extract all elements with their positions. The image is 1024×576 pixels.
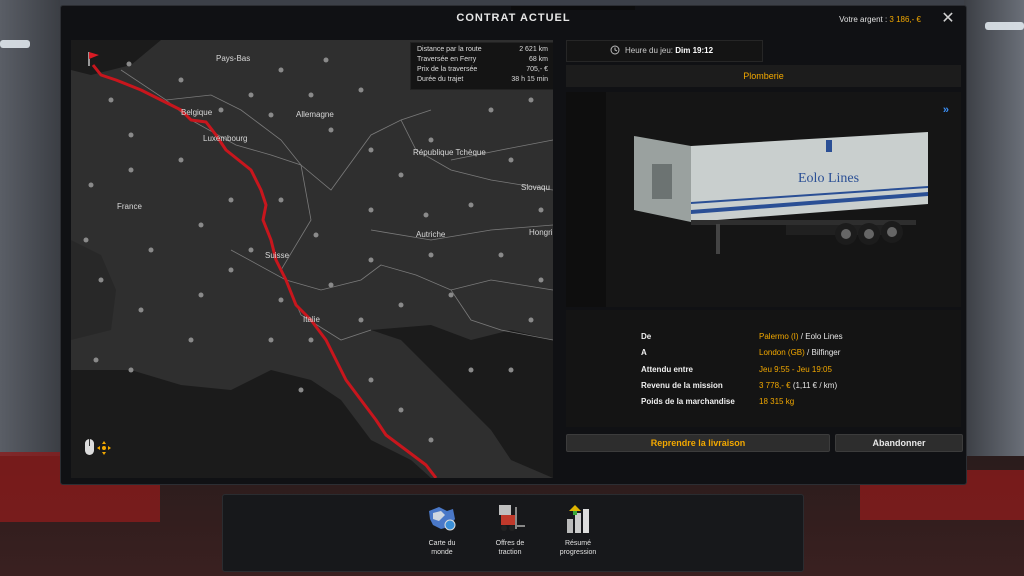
fast-forward-icon[interactable]: » [943, 104, 949, 116]
resume-delivery-button[interactable]: Reprendre la livraison [566, 434, 830, 452]
map-label-suisse: Suisse [265, 251, 290, 260]
money-display: Votre argent : 3 186,- € [839, 15, 921, 24]
progress-summary-icon [567, 505, 589, 533]
info-row-revenue: Revenu de la mission 3 778,- € (1,11 € /… [641, 381, 838, 390]
info-row-weight: Poids de la marchandise 18 315 kg [641, 397, 795, 406]
route-info-row: Traversée en Ferry 68 km [417, 56, 548, 63]
contract-info: De Palermo (I) / Eolo Lines A London (GB… [566, 310, 961, 427]
contract-window: CONTRAT ACTUEL Votre argent : 3 186,- € … [60, 5, 967, 485]
trailer-image: Eolo Lines [566, 92, 928, 307]
map-label-belgique: Belgique [181, 108, 213, 117]
cargo-name: Plomberie [566, 65, 961, 87]
game-time-value: Dim 19:12 [675, 46, 714, 55]
trailer-brand: Eolo Lines [798, 171, 859, 186]
route-map[interactable]: Pays-Bas Belgique Allemagne Luxembourg R… [71, 40, 553, 478]
info-row-from: De Palermo (I) / Eolo Lines [641, 332, 843, 341]
money-value: 3 186,- € [889, 15, 921, 24]
map-label-france: France [117, 202, 142, 211]
map-canvas [71, 40, 553, 478]
trailer-preview: » Eolo Lines [566, 92, 961, 307]
ceiling-light [0, 40, 30, 48]
map-label-republique-tcheque: République Tchèque [413, 148, 486, 157]
map-label-hongrie: Hongrie [529, 228, 553, 237]
window-title: CONTRAT ACTUEL [456, 12, 571, 24]
money-label: Votre argent : [839, 15, 888, 24]
clock-icon [610, 45, 620, 55]
game-time-label: Heure du jeu: [625, 46, 674, 55]
ceiling-light [985, 22, 1024, 30]
route-info-row: Durée du trajet 38 h 15 min [417, 76, 548, 83]
game-time: Heure du jeu: Dim 19:12 [625, 46, 713, 55]
dock-freight-offers[interactable]: Offres de traction [483, 501, 537, 557]
info-row-expected: Attendu entre Jeu 9:55 - Jeu 19:05 [641, 365, 832, 374]
abandon-button[interactable]: Abandonner [835, 434, 963, 452]
close-icon: ✕ [941, 10, 955, 27]
map-label-luxembourg: Luxembourg [203, 134, 248, 143]
route-info-row: Distance par la route 2 621 km [417, 46, 548, 53]
dock-world-map[interactable]: Carte du monde [415, 501, 469, 557]
bottom-dock: Carte du monde Offres de traction Résumé… [222, 494, 804, 572]
dock-progress-summary[interactable]: Résumé progression [551, 501, 605, 557]
world-map-icon [429, 507, 456, 531]
forklift-icon [499, 505, 525, 531]
map-label-pays-bas: Pays-Bas [216, 54, 251, 63]
contract-details-panel: Heure du jeu: Dim 19:12 Plomberie » Eolo… [566, 40, 963, 478]
info-row-to: A London (GB) / Bilfinger [641, 348, 841, 357]
close-button[interactable]: ✕ [938, 9, 958, 29]
map-label-allemagne: Allemagne [296, 110, 334, 119]
window-handle [511, 6, 635, 10]
game-time-bar: Heure du jeu: Dim 19:12 [566, 40, 763, 62]
map-label-italie: Italie [303, 315, 320, 324]
map-label-slovaquie: Slovaqu [521, 183, 550, 192]
route-info-row: Prix de la traversée 705,- € [417, 66, 548, 73]
route-info-panel: Distance par la route 2 621 km Traversée… [410, 42, 553, 90]
mouse-pan-icon[interactable] [83, 438, 111, 458]
map-label-autriche: Autriche [416, 230, 446, 239]
